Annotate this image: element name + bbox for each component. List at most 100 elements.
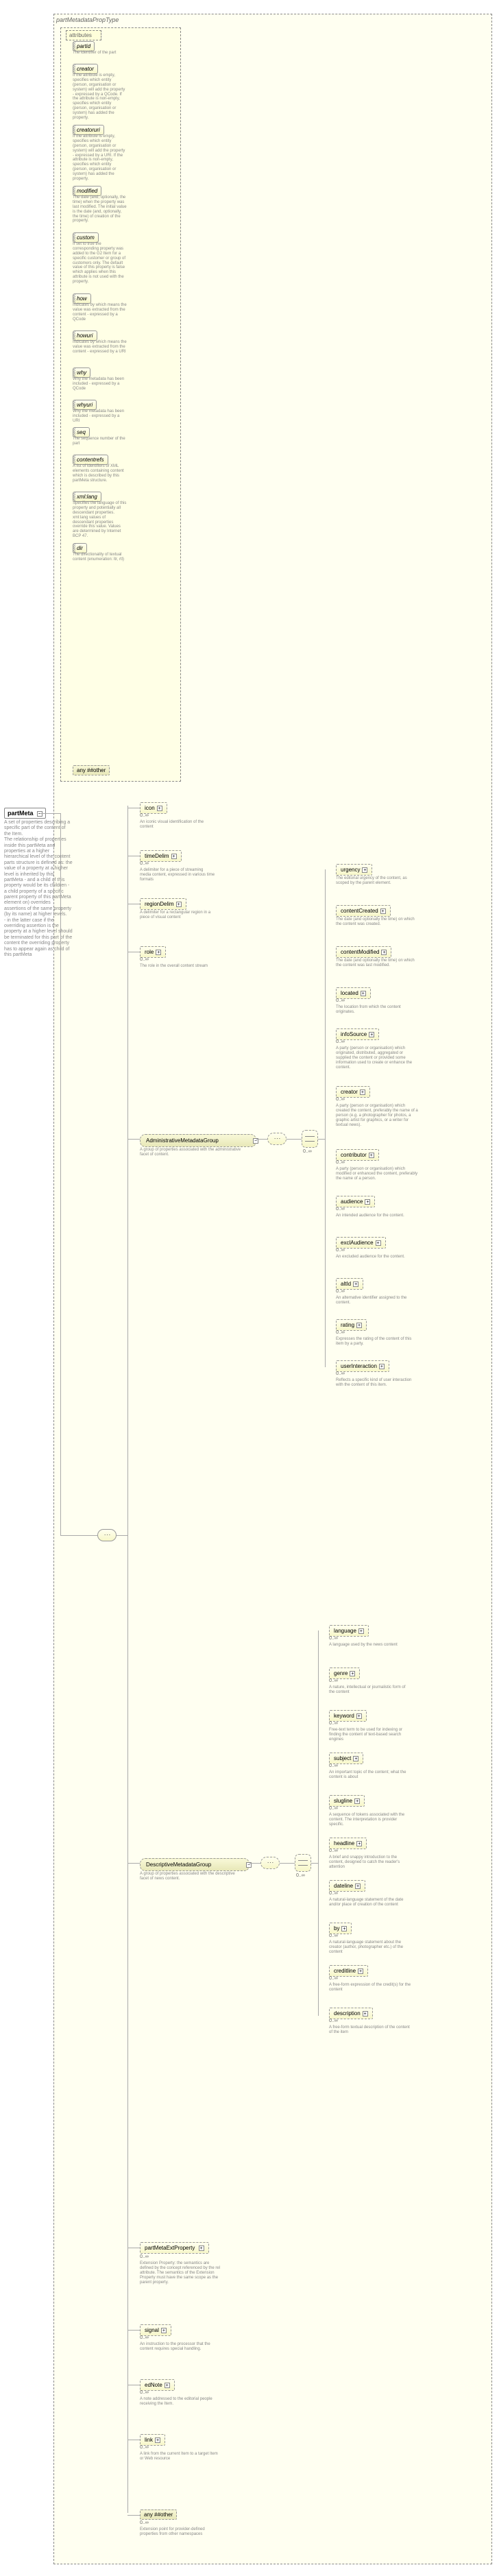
any-other-desc: Extension point for provider-defined pro… [140,2527,222,2537]
expand-icon[interactable]: + [161,2328,167,2333]
expand-icon[interactable]: + [358,1628,364,1634]
expand-icon[interactable]: + [360,1090,365,1095]
expand-icon[interactable]: + [365,1199,370,1205]
expand-icon[interactable]: + [353,1281,358,1287]
admin-group-desc: A group of properties associated with th… [140,1148,243,1157]
any-other-name: any ##other [144,2512,173,2518]
c [280,1863,295,1864]
attr-desc: The directionality of textual content (e… [73,553,127,562]
expand-icon[interactable]: + [176,902,182,907]
expand-icon[interactable]: + [376,1240,381,1246]
expand-icon[interactable]: + [356,1841,362,1846]
desc: A party (person or organisation) which o… [336,1046,418,1070]
expand-icon[interactable]: + [356,1713,362,1719]
elem-headline[interactable]: headline+ [329,1838,367,1849]
elem-userInteraction[interactable]: userInteraction+ [336,1360,389,1372]
desc: An iconic visual identification of the c… [140,820,215,830]
desc: A language used by the news content [329,1643,411,1648]
desc: An important topic of the content; what … [329,1770,411,1780]
elem-contentCreated[interactable]: contentCreated+ [336,905,391,917]
elem-creditline[interactable]: creditline+ [329,1965,368,1977]
expand-icon[interactable]: + [369,1032,374,1037]
elem-edNote[interactable]: edNote+ [140,2379,175,2391]
attr-creatoruri: creatoruri [73,125,104,135]
ext-prop-desc: Extension Property: the semantics are de… [140,2261,222,2285]
attr-seq: seq [73,427,90,437]
elem-dateline[interactable]: dateline+ [329,1880,365,1892]
elem-keyword[interactable]: keyword+ [329,1710,367,1722]
elem-genre[interactable]: genre+ [329,1668,360,1679]
expand-icon[interactable]: + [358,1969,363,1974]
expand-icon[interactable]: + [155,2437,160,2443]
attr-desc: If set to true the corresponding propert… [73,242,127,285]
attr-contentrefs: contentrefs [73,455,108,465]
occ: 0..∞ [329,1764,338,1768]
desc: A sequence of tokens associated with the… [329,1813,411,1827]
elem-timeDelim[interactable]: timeDelim+ [140,850,182,862]
elem-rating[interactable]: rating+ [336,1319,367,1331]
desc-seq [260,1857,280,1869]
elem-link[interactable]: link+ [140,2434,165,2446]
ext-prop-node[interactable]: partMetaExtProperty + [140,2242,209,2254]
expand-icon[interactable]: + [361,991,366,996]
desc-group[interactable]: DescriptiveMetadataGroup − [140,1858,250,1871]
c [127,1863,140,1864]
occ: 0..∞ [140,957,149,962]
desc: An instruction to the processor that the… [140,2342,222,2352]
expand-icon[interactable]: + [341,1926,347,1931]
elem-role[interactable]: role+ [140,946,166,958]
desc: The date (and optionally the time) on wh… [336,959,418,968]
elem-contributor[interactable]: contributor+ [336,1149,379,1161]
expand-icon[interactable]: + [380,908,386,914]
attr-how: how [73,293,91,304]
attr-partid: partid [73,41,95,51]
elem-icon[interactable]: icon+ [140,802,167,814]
expand-icon[interactable]: + [381,950,387,955]
expand-icon[interactable]: + [362,867,367,873]
expand-icon[interactable]: + [363,2011,368,2017]
occ: 0..∞ [336,1097,345,1102]
desc: A party (person or organisation) which c… [336,1104,418,1127]
occ: 0..∞ [336,1289,345,1294]
elem-altId[interactable]: altId+ [336,1278,363,1290]
elem-slugline[interactable]: slugline+ [329,1795,365,1807]
expand-icon[interactable]: + [156,950,161,955]
admin-group[interactable]: AdministrativeMetadataGroup − [140,1134,256,1147]
attr-desc: The sequence number of the part [73,437,127,446]
expand-icon[interactable]: + [199,2246,204,2251]
elem-infoSource[interactable]: infoSource+ [336,1028,379,1040]
expand-icon[interactable]: + [157,806,162,811]
c [127,1139,140,1140]
elem-exclAudience[interactable]: exclAudience+ [336,1237,386,1249]
expand-icon[interactable]: + [355,1883,361,1889]
expand-icon[interactable]: + [171,854,177,859]
collapse-icon[interactable]: − [37,811,42,817]
expand-icon[interactable]: + [350,1671,355,1676]
occ: 0..∞ [140,2335,149,2340]
c [117,1535,127,1536]
occ: 0..∞ [329,1721,338,1726]
attr-howuri: howuri [73,330,97,341]
expand-icon[interactable]: + [369,1153,374,1158]
expand-icon[interactable]: + [356,1323,362,1328]
elem-located[interactable]: located+ [336,987,371,999]
attr-desc: The identifier of the part [73,51,127,56]
expand-icon[interactable]: + [379,1364,385,1369]
elem-description[interactable]: description+ [329,2008,373,2019]
elem-creator[interactable]: creator+ [336,1086,370,1098]
elem-by[interactable]: by+ [329,1923,352,1934]
c [325,869,326,1367]
elem-contentModified[interactable]: contentModified+ [336,946,391,958]
expand-icon[interactable]: + [354,1798,360,1804]
elem-urgency[interactable]: urgency+ [336,864,372,876]
expand-icon[interactable]: + [165,2383,170,2388]
elem-audience[interactable]: audience+ [336,1196,375,1207]
elem-subject[interactable]: subject+ [329,1753,363,1764]
attr-desc: A list of identifiers of XML elements co… [73,464,127,483]
attr-desc: If the attribute is empty, specifies whi… [73,73,127,121]
desc-choice-occ: 0..∞ [296,1873,305,1878]
elem-language[interactable]: language+ [329,1625,369,1637]
elem-regionDelim[interactable]: regionDelim+ [140,898,186,910]
expand-icon[interactable]: + [353,1756,358,1761]
elem-signal[interactable]: signal+ [140,2324,171,2336]
